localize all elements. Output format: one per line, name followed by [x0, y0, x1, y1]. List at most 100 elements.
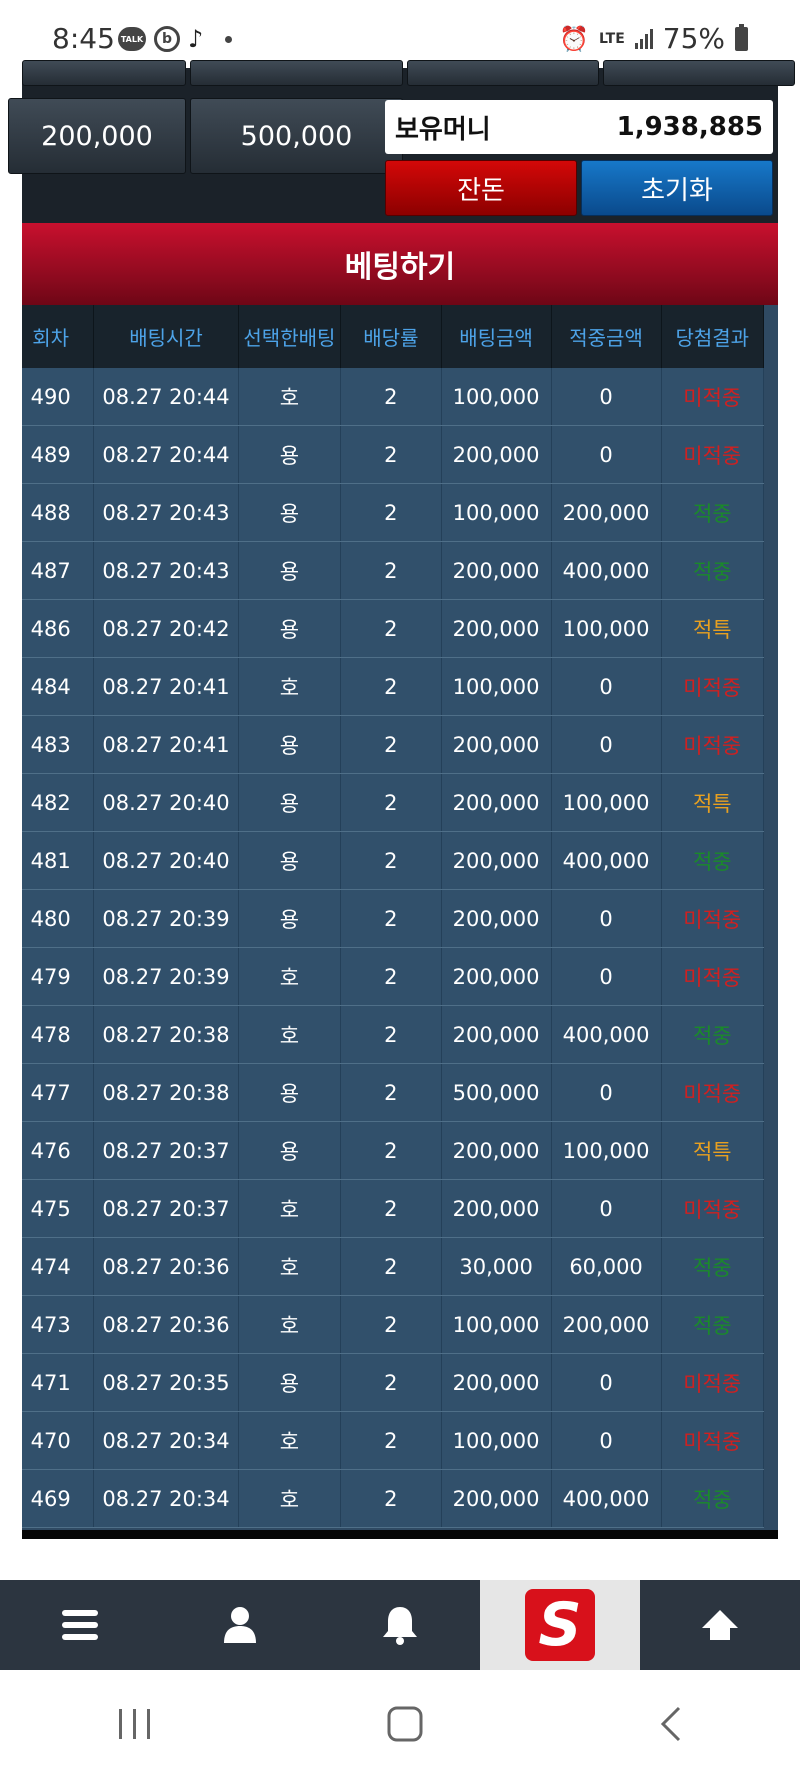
recent-apps-icon[interactable]	[115, 1707, 155, 1741]
cell-bet-time: 08.27 20:37	[93, 1179, 239, 1238]
cell-odds: 2	[340, 889, 442, 948]
cell-win-amount: 400,000	[551, 1005, 662, 1064]
header-bet-time: 배팅시간	[93, 305, 239, 368]
cell-bet-time: 08.27 20:39	[93, 947, 239, 1006]
cell-odds: 2	[340, 425, 442, 484]
nav-menu[interactable]	[0, 1580, 160, 1670]
cell-result: 미적중	[661, 1179, 765, 1238]
table-row: 488 08.27 20:43 용 2 100,000 200,000 적중	[22, 483, 765, 542]
cell-win-amount: 400,000	[551, 1469, 662, 1528]
cell-odds: 2	[340, 368, 442, 426]
table-row: 482 08.27 20:40 용 2 200,000 100,000 적특	[22, 773, 765, 832]
nav-home-logo[interactable]: S	[480, 1580, 640, 1670]
cell-win-amount: 0	[551, 657, 662, 716]
cell-result: 적특	[661, 773, 765, 832]
cell-round: 479	[22, 947, 95, 1006]
cell-result: 적중	[661, 541, 765, 600]
cell-bet-time: 08.27 20:36	[93, 1295, 239, 1354]
chip-button[interactable]	[407, 60, 599, 86]
cell-selected-bet: 용	[238, 831, 342, 890]
menu-icon	[62, 1610, 98, 1640]
cell-win-amount: 0	[551, 425, 662, 484]
back-icon[interactable]	[655, 1704, 685, 1744]
cell-odds: 2	[340, 1121, 442, 1180]
cell-win-amount: 60,000	[551, 1237, 662, 1296]
cell-win-amount: 0	[551, 715, 662, 774]
table-row: 474 08.27 20:36 호 2 30,000 60,000 적중	[22, 1237, 765, 1296]
cell-round: 478	[22, 1005, 95, 1064]
cell-bet-amount: 100,000	[441, 657, 552, 716]
cell-bet-time: 08.27 20:37	[93, 1121, 239, 1180]
cell-result: 적특	[661, 1121, 765, 1180]
place-bet-button[interactable]: 베팅하기	[22, 223, 778, 305]
cell-win-amount: 0	[551, 1353, 662, 1412]
cell-bet-amount: 200,000	[441, 425, 552, 484]
nav-user[interactable]	[160, 1580, 320, 1670]
cell-result: 적중	[661, 1295, 765, 1354]
header-result: 당첨결과	[661, 305, 765, 368]
signal-icon	[634, 28, 653, 49]
cell-round: 486	[22, 599, 95, 658]
cell-bet-amount: 200,000	[441, 889, 552, 948]
chip-button[interactable]	[603, 60, 795, 86]
header-round: 회차	[22, 305, 95, 368]
table-row: 470 08.27 20:34 호 2 100,000 0 미적중	[22, 1411, 765, 1470]
bell-icon	[383, 1607, 417, 1645]
cell-round: 482	[22, 773, 95, 832]
chip-200000-button[interactable]: 200,000	[8, 98, 186, 174]
cell-odds: 2	[340, 715, 442, 774]
chip-button[interactable]	[22, 60, 186, 86]
cell-result: 미적중	[661, 1353, 765, 1412]
cell-bet-amount: 200,000	[441, 947, 552, 1006]
cell-round: 470	[22, 1411, 95, 1470]
table-row: 490 08.27 20:44 호 2 100,000 0 미적중	[22, 368, 765, 426]
cell-win-amount: 0	[551, 889, 662, 948]
brand-logo: S	[525, 1589, 595, 1661]
table-row: 481 08.27 20:40 용 2 200,000 400,000 적중	[22, 831, 765, 890]
table-row: 479 08.27 20:39 호 2 200,000 0 미적중	[22, 947, 765, 1006]
cell-selected-bet: 용	[238, 483, 342, 542]
table-row: 478 08.27 20:38 호 2 200,000 400,000 적중	[22, 1005, 765, 1064]
cell-result: 적중	[661, 1005, 765, 1064]
cell-selected-bet: 호	[238, 1005, 342, 1064]
header-win-amount: 적중금액	[551, 305, 662, 368]
nav-scroll-top[interactable]	[640, 1580, 800, 1670]
cell-win-amount: 0	[551, 1411, 662, 1470]
cell-bet-amount: 200,000	[441, 715, 552, 774]
cell-selected-bet: 호	[238, 368, 342, 426]
cell-win-amount: 100,000	[551, 773, 662, 832]
cell-round: 489	[22, 425, 95, 484]
cell-bet-time: 08.27 20:44	[93, 368, 239, 426]
cell-bet-amount: 200,000	[441, 831, 552, 890]
header-bet-amount: 배팅금액	[441, 305, 552, 368]
cell-round: 477	[22, 1063, 95, 1122]
cell-bet-time: 08.27 20:40	[93, 773, 239, 832]
cell-selected-bet: 용	[238, 715, 342, 774]
cell-round: 476	[22, 1121, 95, 1180]
reset-button[interactable]: 초기화	[581, 160, 773, 216]
cell-selected-bet: 용	[238, 773, 342, 832]
chip-button[interactable]	[190, 60, 403, 86]
change-button[interactable]: 잔돈	[385, 160, 577, 216]
cell-result: 미적중	[661, 1411, 765, 1470]
cell-win-amount: 400,000	[551, 831, 662, 890]
cell-result: 적중	[661, 483, 765, 542]
status-bar: 8:45 TALK b ♪ ⏰ LTE 75%	[0, 0, 800, 68]
b-app-icon: b	[154, 26, 180, 52]
cell-bet-time: 08.27 20:34	[93, 1469, 239, 1528]
cell-round: 490	[22, 368, 95, 426]
cell-bet-time: 08.27 20:43	[93, 541, 239, 600]
cell-bet-time: 08.27 20:42	[93, 599, 239, 658]
home-icon[interactable]	[385, 1704, 425, 1744]
cell-win-amount: 100,000	[551, 599, 662, 658]
cell-win-amount: 400,000	[551, 541, 662, 600]
table-row: 473 08.27 20:36 호 2 100,000 200,000 적중	[22, 1295, 765, 1354]
chip-500000-button[interactable]: 500,000	[190, 98, 403, 174]
cell-selected-bet: 호	[238, 1469, 342, 1528]
cell-win-amount: 0	[551, 1063, 662, 1122]
cell-bet-time: 08.27 20:43	[93, 483, 239, 542]
nav-notifications[interactable]	[320, 1580, 480, 1670]
table-row: 489 08.27 20:44 용 2 200,000 0 미적중	[22, 425, 765, 484]
tiktok-icon: ♪	[188, 25, 204, 53]
more-notifications-dot-icon	[225, 35, 233, 43]
